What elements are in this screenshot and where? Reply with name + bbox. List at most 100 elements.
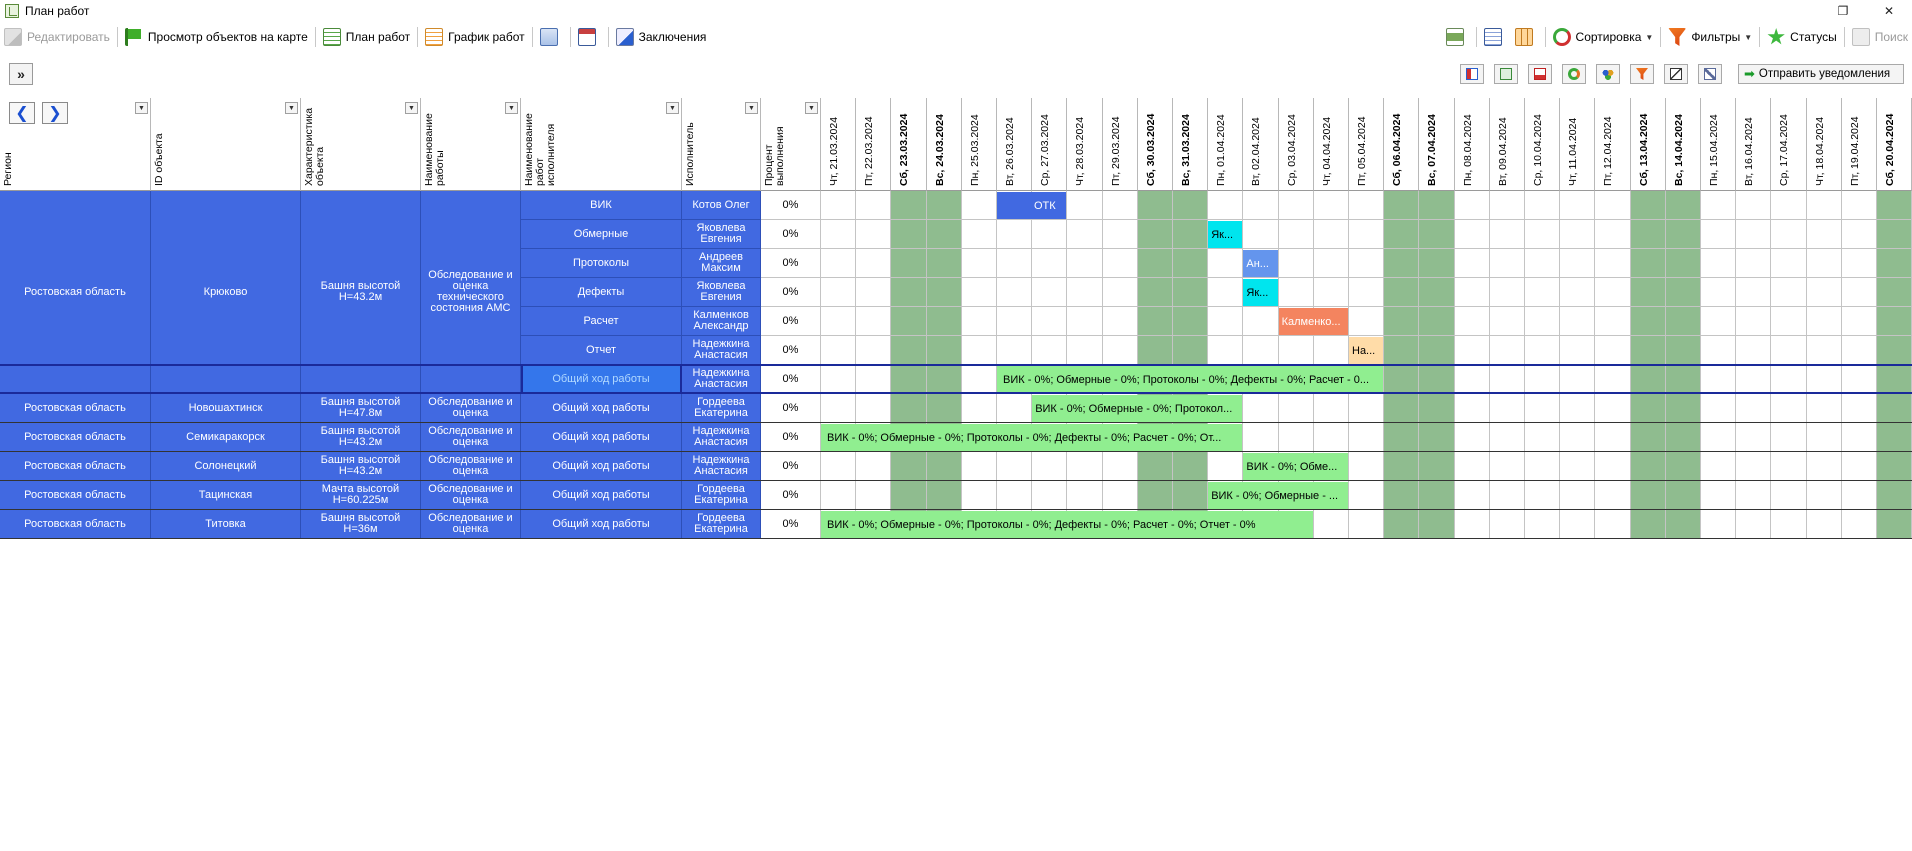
grid-cell-work-name[interactable]: Обследование и оценка (421, 423, 521, 452)
grid-cell-day[interactable] (1489, 452, 1525, 481)
grid-cell-day[interactable] (997, 307, 1033, 336)
grid-cell-day[interactable] (1665, 278, 1701, 307)
header-date[interactable]: Сб, 06.04.2024 (1384, 98, 1420, 191)
header-date[interactable]: Сб, 13.04.2024 (1630, 98, 1666, 191)
grid-cell-day[interactable] (1208, 278, 1244, 307)
filter-dropdown-icon[interactable]: ▼ (745, 102, 758, 114)
grid-cell-day[interactable] (1595, 394, 1631, 423)
grid-cell-day[interactable] (1454, 365, 1490, 394)
grid-cell-day[interactable] (821, 365, 857, 394)
grid-cell-day[interactable] (1313, 191, 1349, 220)
grid-cell-day[interactable] (1102, 249, 1138, 278)
grid-cell-day[interactable] (926, 220, 962, 249)
grid-cell-day[interactable] (926, 249, 962, 278)
grid-cell-executor[interactable]: Котов Олег (682, 191, 761, 220)
grid-cell-day[interactable] (1736, 365, 1772, 394)
grid-cell-day[interactable] (1525, 452, 1561, 481)
grid-cell-day[interactable] (1454, 336, 1490, 365)
grid-cell-day[interactable] (997, 394, 1033, 423)
grid-cell-day[interactable] (1595, 278, 1631, 307)
grid-cell-object-id[interactable]: Тацинская (151, 481, 301, 510)
grid-cell-day[interactable] (1173, 481, 1209, 510)
header-date[interactable]: Пт, 05.04.2024 (1349, 98, 1385, 191)
grid-cell-day[interactable] (1841, 307, 1877, 336)
grid-cell-day[interactable] (1489, 191, 1525, 220)
grid-cell-day[interactable] (1313, 336, 1349, 365)
grid-cell-day[interactable] (1560, 452, 1596, 481)
grid-cell-work-name[interactable]: Обследование и оценка (421, 481, 521, 510)
grid-cell-day[interactable] (961, 452, 997, 481)
grid-cell-day[interactable] (1630, 423, 1666, 452)
grid-cell-day[interactable] (961, 365, 997, 394)
grid-cell-object-id[interactable]: Солонецкий (151, 452, 301, 481)
header-executor[interactable]: ▼ Исполнитель (682, 98, 761, 191)
grid-cell-percent[interactable]: 0% (761, 191, 821, 220)
grid-cell-day[interactable] (1665, 365, 1701, 394)
grid-cell-day[interactable] (1067, 481, 1103, 510)
grid-cell-day[interactable] (1595, 365, 1631, 394)
gantt-bar[interactable]: Як... (1243, 279, 1278, 306)
grid-cell-day[interactable] (1525, 307, 1561, 336)
filter-dropdown-icon[interactable]: ▼ (505, 102, 518, 114)
grid-cell-day[interactable] (1806, 394, 1842, 423)
grid-cell-day[interactable] (1419, 452, 1455, 481)
grid-cell-region[interactable]: Ростовская область (0, 510, 151, 539)
grid-cell-day[interactable] (1489, 278, 1525, 307)
grid-cell-day[interactable] (1384, 278, 1420, 307)
grid-cell-day[interactable] (1736, 394, 1772, 423)
grid-cell-day[interactable] (1384, 423, 1420, 452)
grid-cell-day[interactable] (1630, 278, 1666, 307)
grid-cell-day[interactable] (1313, 510, 1349, 539)
grid-cell-day[interactable] (1877, 336, 1912, 365)
gantt-bar[interactable]: ВИК - 0%; Обмерные - 0%; Протоколы - 0%;… (821, 424, 1243, 451)
grid-cell-task[interactable]: Протоколы (521, 249, 682, 278)
grid-cell-day[interactable] (1102, 307, 1138, 336)
grid-cell-task[interactable]: Обмерные (521, 220, 682, 249)
header-date[interactable]: Ср, 03.04.2024 (1278, 98, 1314, 191)
grid-cell-day[interactable] (1454, 307, 1490, 336)
gantt-bar[interactable]: ОТК (997, 192, 1067, 219)
grid-cell-day[interactable] (1313, 278, 1349, 307)
grid-cell-day[interactable] (1806, 249, 1842, 278)
grid-cell-day[interactable] (1454, 423, 1490, 452)
send-notifications-button[interactable]: ➡ Отправить уведомления (1738, 64, 1904, 84)
grid-cell-day[interactable] (961, 191, 997, 220)
grid-cell-executor[interactable]: Гордеева Екатерина (682, 394, 761, 423)
grid-cell-day[interactable] (1419, 220, 1455, 249)
grid-cell-day[interactable] (1701, 510, 1737, 539)
grid-cell-day[interactable] (1137, 481, 1173, 510)
grid-cell-day[interactable] (1525, 365, 1561, 394)
header-date[interactable]: Пн, 25.03.2024 (961, 98, 997, 191)
report-button[interactable] (536, 24, 567, 50)
grid-cell-day[interactable] (821, 394, 857, 423)
grid-cell-day[interactable] (1877, 365, 1912, 394)
grid-cell-day[interactable] (926, 394, 962, 423)
grid-cell-day[interactable] (1102, 452, 1138, 481)
refresh-button[interactable] (1562, 64, 1586, 84)
grid-cell-day[interactable] (1489, 249, 1525, 278)
grid-cell-day[interactable] (1560, 307, 1596, 336)
grid-cell-executor[interactable]: Гордеева Екатерина (682, 481, 761, 510)
grid-cell-task[interactable]: Общий ход работы (521, 365, 682, 394)
header-work-name[interactable]: ▼ Наименование работы (421, 98, 521, 191)
grid-cell-day[interactable] (1173, 191, 1209, 220)
grid-cell-day[interactable] (891, 481, 927, 510)
grid-cell-day[interactable] (1067, 278, 1103, 307)
grid-cell-day[interactable] (1349, 307, 1385, 336)
grid-cell-day[interactable] (1419, 423, 1455, 452)
grid-cell-day[interactable] (926, 307, 962, 336)
grid-cell-day[interactable] (1560, 191, 1596, 220)
grid-cell-region[interactable]: Ростовская область (0, 423, 151, 452)
users-button[interactable] (1596, 64, 1620, 84)
filter-dropdown-icon[interactable]: ▼ (666, 102, 679, 114)
grid-cell-day[interactable] (1137, 220, 1173, 249)
gantt-bar[interactable]: На... (1349, 337, 1384, 364)
grid-cell-day[interactable] (1701, 191, 1737, 220)
header-date[interactable]: Вс, 07.04.2024 (1419, 98, 1455, 191)
grid-cell-percent[interactable]: 0% (761, 307, 821, 336)
grid-cell-day[interactable] (1630, 307, 1666, 336)
grid-cell-day[interactable] (1806, 452, 1842, 481)
grid-cell-day[interactable] (1032, 220, 1068, 249)
grid-cell-day[interactable] (1384, 481, 1420, 510)
grid-cell-day[interactable] (1032, 249, 1068, 278)
